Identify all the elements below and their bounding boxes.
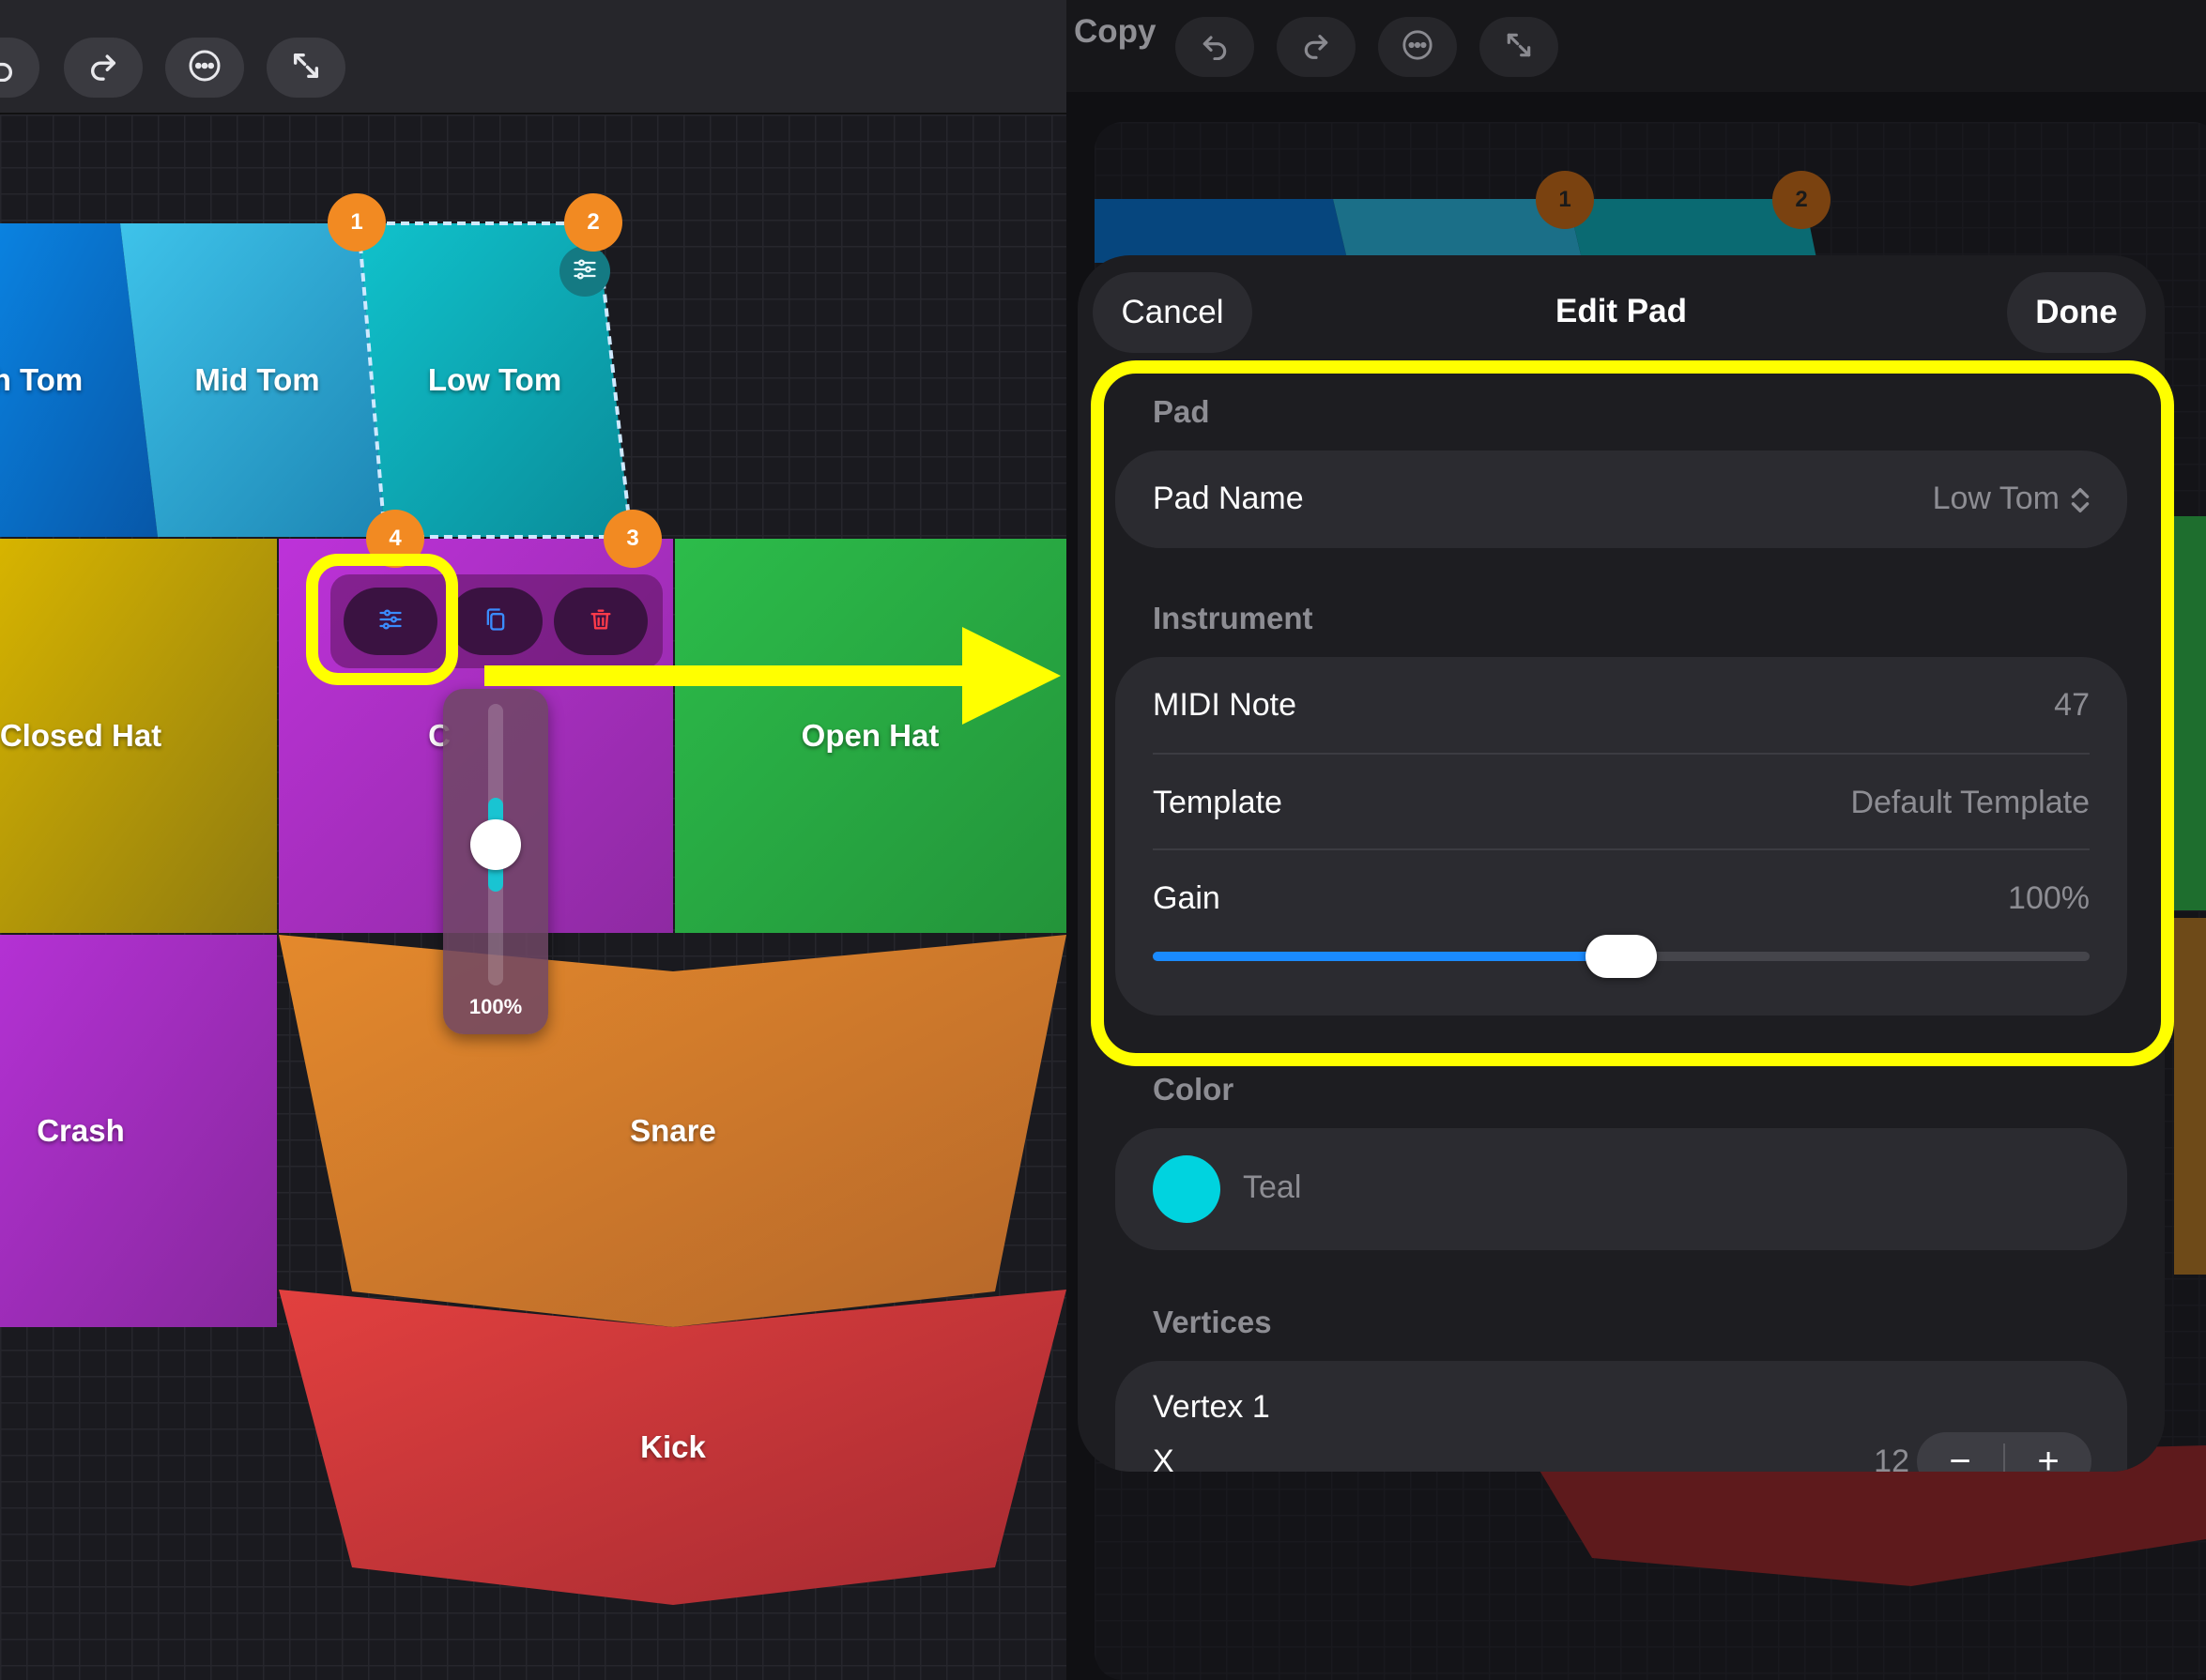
- dimmed-vertex-handle-1: 1: [1536, 171, 1594, 229]
- pad-label-snare: Snare: [630, 1113, 716, 1148]
- section-header-vertices: Vertices: [1153, 1305, 1272, 1339]
- highlight-settings-button: [306, 554, 458, 685]
- vertex-x-value: 12: [1874, 1443, 1909, 1472]
- dimmed-pad-open-hat: [2174, 516, 2206, 910]
- pad-label-high-tom: h Tom: [0, 362, 84, 397]
- vertex-x-stepper: − +: [1917, 1432, 2091, 1472]
- pad-label-closed-hat: Closed Hat: [0, 718, 162, 753]
- pad-editor-canvas-panel: h Tom Mid Tom Low Tom Closed Hat C Open …: [0, 0, 1066, 1680]
- pad-label-mid-tom: Mid Tom: [194, 362, 320, 397]
- decrement-button[interactable]: −: [1917, 1432, 2003, 1473]
- pad-label-low-tom: Low Tom: [427, 362, 562, 397]
- dimmed-pad-snare: [2174, 918, 2206, 1275]
- sheet-title: Edit Pad: [1555, 293, 1688, 329]
- pad-label-kick: Kick: [640, 1429, 706, 1464]
- highlight-pad-instrument-section: [1091, 360, 2174, 1066]
- color-name: Teal: [1243, 1169, 1302, 1205]
- dimmed-vertex-handle-2: 2: [1772, 171, 1831, 229]
- vertex-x-label: X: [1153, 1443, 1174, 1472]
- section-header-color: Color: [1153, 1072, 1234, 1107]
- done-button[interactable]: Done: [2007, 272, 2146, 353]
- pad-settings-badge[interactable]: [559, 246, 610, 297]
- color-row[interactable]: Teal: [1115, 1128, 2127, 1250]
- annotation-arrow: [484, 627, 1061, 725]
- pad-label-crash: Crash: [37, 1113, 125, 1148]
- dimmed-pad-high-tom: [1095, 199, 1348, 263]
- gain-popover-thumb[interactable]: [470, 819, 521, 870]
- vertex-1-card: Vertex 1 X 12 − +: [1115, 1361, 2127, 1472]
- vertex-handle-3[interactable]: 3: [604, 510, 662, 568]
- vertex-title: Vertex 1: [1153, 1389, 1270, 1425]
- annotation-arrow-head: [962, 627, 1061, 725]
- sliders-icon: [572, 256, 598, 287]
- vertex-handle-1[interactable]: 1: [328, 193, 386, 252]
- color-swatch[interactable]: [1153, 1155, 1220, 1223]
- gain-popover: 100%: [443, 689, 548, 1034]
- increment-button[interactable]: +: [2005, 1432, 2091, 1473]
- gain-popover-value: 100%: [468, 995, 523, 1018]
- vertex-handle-2[interactable]: 2: [564, 193, 622, 252]
